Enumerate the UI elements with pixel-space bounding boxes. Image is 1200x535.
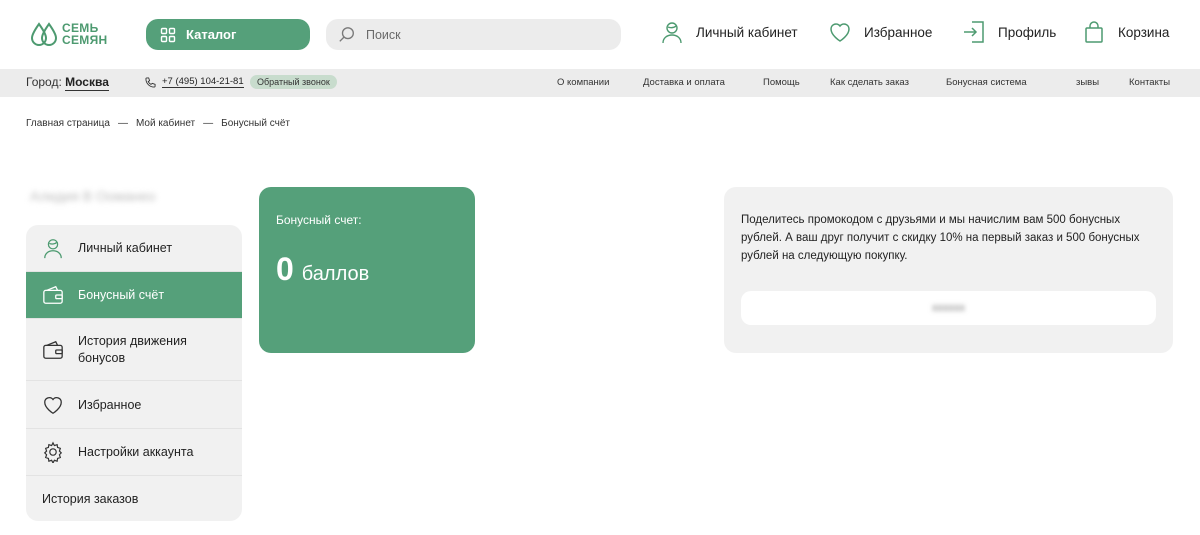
breadcrumb-home[interactable]: Главная страница (26, 118, 110, 129)
phone-number[interactable]: +7 (495) 104-21-81 (162, 76, 244, 88)
sidebar-item-label: История заказов (42, 491, 139, 506)
city-selector[interactable]: Город: Москва (26, 75, 109, 91)
sidebar-item-settings[interactable]: Настройки аккаунта (26, 429, 242, 476)
logo-line-2: СЕМЯН (62, 33, 108, 47)
nav-link-help[interactable]: Помощь (763, 77, 800, 88)
bonus-unit: баллов (301, 263, 370, 285)
search-input[interactable] (366, 27, 596, 42)
city-label: Город: (26, 75, 62, 89)
catalog-label: Каталог (186, 27, 237, 42)
heart-icon (44, 396, 62, 414)
sidebar-item-label: История движения бонусов (78, 333, 187, 365)
nav-link-how-to-order[interactable]: Как сделать заказ (830, 77, 909, 88)
search-bar (326, 19, 621, 50)
account-link[interactable]: Личный кабинет (660, 20, 798, 44)
breadcrumb-account[interactable]: Мой кабинет (136, 118, 195, 129)
sidebar-item-label: Личный кабинет (78, 241, 173, 255)
info-bar: Город: Москва +7 (495) 104-21-81 Обратны… (0, 69, 1200, 97)
grid-icon (160, 27, 176, 42)
user-icon (662, 22, 682, 44)
promo-code-value: хххххх (932, 302, 965, 314)
promo-description: Поделитесь промокодом с друзьями и мы на… (741, 214, 1140, 262)
catalog-button[interactable]: Каталог (146, 19, 310, 50)
logo-text: СЕМЬ СЕМЯН (62, 22, 107, 46)
login-icon (964, 21, 984, 43)
profile-label: Профиль (998, 24, 1057, 40)
header: СЕМЬ СЕМЯН Каталог Личный кабинет Избран… (0, 0, 1200, 69)
user-icon (44, 239, 62, 259)
wallet-icon (43, 285, 63, 304)
sidebar-item-bonus-account[interactable]: Бонусный счёт (26, 272, 242, 319)
gear-icon (43, 441, 63, 463)
breadcrumb-separator: — (203, 118, 214, 129)
bonus-label: Бонусный счет: (276, 213, 362, 227)
search-icon (339, 26, 354, 42)
breadcrumb-current: Бонусный счёт (221, 118, 290, 129)
breadcrumb-separator: — (117, 118, 128, 129)
sidebar-item-label: Избранное (78, 397, 142, 412)
sidebar-item-label: Настройки аккаунта (78, 445, 194, 459)
user-name: Алидия В Ооманео (30, 188, 156, 204)
bonus-value: 0 баллов (276, 251, 369, 288)
nav-link-contacts[interactable]: Контакты (1129, 77, 1170, 88)
sidebar-item-favorites[interactable]: Избранное (26, 381, 242, 429)
nav-link-reviews[interactable]: зывы (1076, 77, 1099, 88)
city-value[interactable]: Москва (65, 75, 109, 91)
nav-link-about[interactable]: О компании (557, 77, 609, 88)
phone-icon (145, 76, 156, 88)
favorites-label: Избранное (864, 24, 933, 40)
logo-drops-icon (30, 22, 58, 46)
callback-button[interactable]: Обратный звонок (250, 75, 337, 89)
bag-icon (1085, 21, 1103, 43)
sidebar-item-bonus-history[interactable]: История движения бонусов (26, 319, 242, 381)
sidebar-item-label: Бонусный счёт (78, 288, 165, 302)
profile-link[interactable]: Профиль (962, 20, 1056, 44)
favorites-link[interactable]: Избранное (828, 20, 932, 44)
bonus-points: 0 (276, 251, 294, 287)
cart-label: Корзина (1118, 24, 1170, 40)
bonus-balance-card: Бонусный счет: 0 баллов (259, 187, 475, 353)
promo-panel: Поделитесь промокодом с друзьями и мы на… (724, 187, 1173, 353)
sidebar-item-order-history[interactable]: История заказов (26, 476, 242, 521)
cart-link[interactable]: Корзина (1082, 20, 1169, 44)
wallet-icon (43, 340, 63, 359)
account-sidebar: Личный кабинет Бонусный счёт История дви… (26, 225, 242, 521)
promo-code-field[interactable]: хххххх (741, 291, 1156, 325)
account-label: Личный кабинет (696, 24, 798, 40)
breadcrumb: Главная страница — Мой кабинет — Бонусны… (26, 118, 290, 129)
phone-contact[interactable]: +7 (495) 104-21-81 (145, 76, 244, 88)
nav-link-bonus-system[interactable]: Бонусная система (946, 77, 1027, 88)
heart-icon (830, 23, 850, 42)
logo[interactable]: СЕМЬ СЕМЯН (30, 20, 107, 48)
nav-link-delivery[interactable]: Доставка и оплата (643, 77, 725, 88)
sidebar-item-account[interactable]: Личный кабинет (26, 225, 242, 272)
